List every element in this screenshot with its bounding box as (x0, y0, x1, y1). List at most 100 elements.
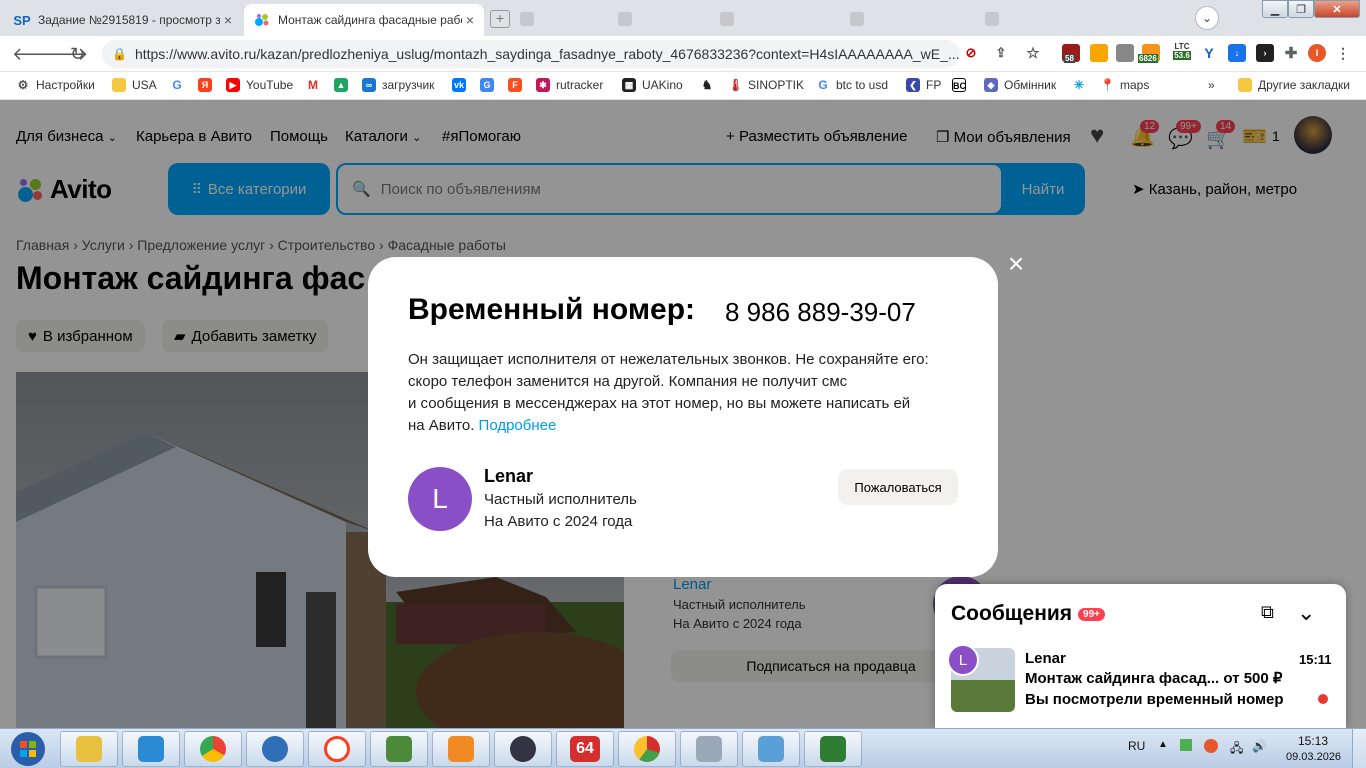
monitor-icon (820, 736, 846, 762)
tray-app-icon[interactable] (1180, 739, 1192, 751)
temporary-phone-number[interactable]: 8 986 889-39-07 (725, 297, 916, 328)
more-info-link[interactable]: Подробнее (479, 417, 557, 434)
chat-avatar: L (947, 644, 979, 676)
bookmark-fp[interactable]: ❮ FP (906, 78, 941, 92)
bookmark-youtube[interactable]: ▶ YouTube (226, 78, 293, 92)
taskbar-pie-app[interactable] (618, 731, 676, 767)
address-bar[interactable]: 🔒 https://www.avito.ru/kazan/predlozheni… (102, 40, 960, 68)
bookmark-exchanger[interactable]: ◆ Обмінник (984, 78, 1056, 92)
bookmark-yandex[interactable]: Я (198, 78, 212, 92)
bookmark-kyivstar[interactable]: ✳ (1072, 78, 1086, 92)
tray-expand-icon[interactable]: ▲ (1158, 739, 1168, 750)
bookmark-uakino[interactable]: ▦ UAKino (622, 78, 683, 92)
close-tab-icon[interactable]: × (220, 12, 236, 28)
bookmark-star-icon[interactable]: ☆ (1024, 44, 1042, 62)
taskbar-money-app[interactable] (370, 731, 428, 767)
exchanger-icon: ◆ (984, 78, 998, 92)
extension-badge-icon[interactable]: 58 (1062, 44, 1080, 63)
app-64-icon: 64 (570, 736, 600, 762)
bookmark-gmail[interactable]: M (306, 78, 320, 92)
extension-shield-icon[interactable] (1090, 44, 1108, 62)
taskbar-monitor-app[interactable] (804, 731, 862, 767)
bookmark-drive[interactable]: ▲ (334, 78, 348, 92)
background-tab-ghost[interactable] (520, 8, 610, 30)
extension-printer-icon[interactable] (1116, 44, 1134, 62)
taskbar-notes-app[interactable] (742, 731, 800, 767)
share-icon[interactable]: ⇪ (992, 44, 1010, 62)
minimize-window-button[interactable]: ▁ (1262, 0, 1288, 18)
network-icon[interactable]: 🖧 (1230, 739, 1243, 760)
extensions-puzzle-icon[interactable]: ✚ (1282, 44, 1300, 62)
maximize-window-button[interactable]: ❐ (1288, 0, 1314, 18)
new-tab-button[interactable]: + (490, 10, 510, 28)
blocked-popup-icon[interactable]: ⊘ (962, 44, 980, 62)
taskbar-shield-app[interactable] (122, 731, 180, 767)
google-icon: G (816, 78, 830, 92)
bookmark-google[interactable]: G (170, 78, 184, 92)
reload-icon[interactable]: ↻ (70, 44, 85, 65)
clock-date[interactable]: 09.03.2026 (1286, 751, 1341, 763)
tab-avito[interactable]: Монтаж сайдинга фасадные рабо × (244, 4, 484, 36)
bookmark-translate[interactable]: G (480, 78, 494, 92)
language-indicator[interactable]: RU (1128, 739, 1145, 753)
bookmark-vk[interactable]: vk (452, 78, 466, 92)
taskbar-chrome[interactable] (184, 731, 242, 767)
executor-name[interactable]: Lenar (484, 466, 533, 487)
bookmark-maps[interactable]: 📍 maps (1100, 78, 1149, 92)
extension-y-icon[interactable]: Y (1200, 44, 1218, 62)
complain-button[interactable]: Пожаловаться (838, 469, 958, 505)
show-desktop-button[interactable] (1352, 729, 1366, 768)
bookmark-settings[interactable]: ⚙ Настройки (16, 78, 95, 92)
ltc-extension-icon[interactable]: LTC 53.6 (1170, 42, 1194, 64)
bookmark-rutracker[interactable]: ✱ rutracker (536, 78, 603, 92)
tab-title: Задание №2915819 - просмотр з (38, 13, 220, 27)
tab-task[interactable]: SP Задание №2915819 - просмотр з × (4, 4, 242, 36)
open-external-icon[interactable]: ⧉ (1261, 602, 1274, 623)
browser-toolbar: 🡐 🡒 ↻ 🔒 https://www.avito.ru/kazan/predl… (0, 36, 1366, 72)
taskbar-clock-app[interactable] (494, 731, 552, 767)
star-burst-icon: ✳ (1072, 78, 1086, 92)
bookmark-f[interactable]: F (508, 78, 522, 92)
taskbar-media-player[interactable] (432, 731, 490, 767)
avito-favicon-icon (254, 12, 270, 28)
sp-favicon-icon: SP (13, 12, 31, 28)
close-modal-icon[interactable]: × (1004, 250, 1028, 278)
volume-icon[interactable]: 🔊 (1252, 739, 1267, 753)
chat-name[interactable]: Lenar (1025, 650, 1066, 667)
bookmark-chess[interactable]: ♞ (700, 78, 714, 92)
unread-dot (1318, 694, 1328, 704)
download-icon[interactable]: ↓ (1228, 44, 1246, 62)
taskbar-globe-app[interactable] (246, 731, 304, 767)
bookmark-downloader[interactable]: ∞ загрузчик (362, 78, 434, 92)
bitcoin-extension-icon[interactable]: 6826 (1138, 44, 1160, 63)
modal-description: Он защищает исполнителя от нежелательных… (408, 351, 929, 434)
bookmark-usa[interactable]: USA (112, 78, 157, 92)
extension-terminal-icon[interactable]: › (1256, 44, 1274, 62)
folder-icon (1238, 78, 1252, 92)
clock-time[interactable]: 15:13 (1298, 734, 1328, 748)
menu-kebab-icon[interactable]: ⋮ (1334, 44, 1352, 62)
tray-security-icon[interactable] (1204, 739, 1218, 753)
background-tab-ghost[interactable] (720, 8, 820, 30)
background-tab-ghost[interactable] (985, 8, 1095, 30)
bookmark-btc[interactable]: Gbtc to usd (816, 78, 888, 92)
executor-avatar[interactable]: L (408, 467, 472, 531)
chevron-down-icon[interactable]: ⌄ (1297, 600, 1315, 626)
background-tab-ghost[interactable] (618, 8, 708, 30)
start-button[interactable] (2, 729, 54, 768)
taskbar-64-app[interactable]: 64 (556, 731, 614, 767)
bookmark-sinoptik[interactable]: 🌡 SINOPTIK (728, 78, 804, 92)
bookmark-bc[interactable]: BC (952, 78, 966, 92)
bookmark-other[interactable]: Другие закладки (1238, 78, 1350, 92)
taskbar-calculator[interactable] (680, 731, 738, 767)
taskbar-explorer[interactable] (60, 731, 118, 767)
profile-avatar[interactable]: I (1308, 44, 1326, 62)
map-pin-icon: 📍 (1100, 78, 1115, 92)
gmail-icon: M (306, 78, 320, 92)
close-tab-icon[interactable]: × (462, 12, 478, 28)
tab-search-chevron-icon[interactable]: ⌄ (1195, 6, 1219, 30)
background-tab-ghost[interactable] (850, 8, 950, 30)
close-window-button[interactable]: ✕ (1314, 0, 1360, 18)
taskbar-yandex-browser[interactable] (308, 731, 366, 767)
bookmarks-more-button[interactable]: » (1208, 78, 1215, 92)
